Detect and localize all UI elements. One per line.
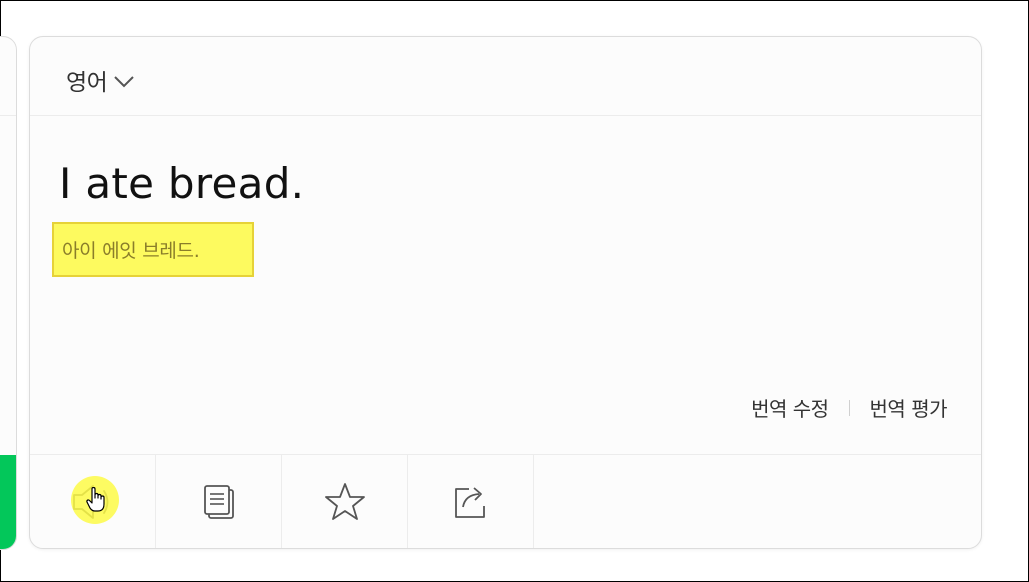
result-toolbar xyxy=(30,454,981,548)
star-icon xyxy=(324,482,365,520)
pronunciation-highlight: 아이 에잇 브레드. xyxy=(52,222,254,277)
copy-icon xyxy=(203,484,234,519)
share-icon xyxy=(454,486,485,518)
rate-translation-link[interactable]: 번역 평가 xyxy=(870,393,948,422)
translated-text: I ate bread. xyxy=(59,159,305,208)
translation-result-card: 영어 I ate bread. 아이 에잇 브레드. 번역 수정 번역 평가 xyxy=(29,36,982,549)
source-panel-divider xyxy=(0,115,16,116)
target-language-label: 영어 xyxy=(66,70,108,96)
language-bar: 영어 xyxy=(30,37,981,116)
link-separator xyxy=(848,399,850,416)
share-button[interactable] xyxy=(408,455,534,548)
hand-cursor-icon xyxy=(86,487,105,512)
target-language-dropdown[interactable]: 영어 xyxy=(66,63,135,97)
translation-actions: 번역 수정 번역 평가 xyxy=(751,393,947,422)
pronunciation-text: 아이 에잇 브레드. xyxy=(62,240,200,262)
favorite-button[interactable] xyxy=(282,455,408,548)
source-panel-edge xyxy=(0,36,17,550)
translate-button[interactable] xyxy=(0,455,16,549)
copy-button[interactable] xyxy=(156,455,282,548)
chevron-down-icon xyxy=(114,76,135,88)
edit-translation-link[interactable]: 번역 수정 xyxy=(751,393,829,422)
